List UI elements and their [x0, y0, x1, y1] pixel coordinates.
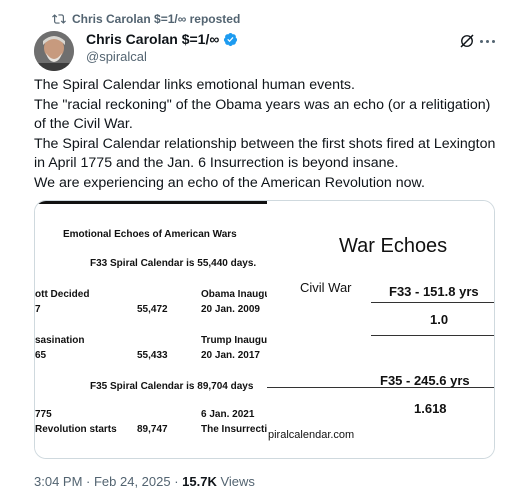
row1-echo-event: Obama Inaugu — [201, 289, 271, 300]
avatar-image — [34, 31, 74, 71]
timestamp[interactable]: 3:04 PM · Feb 24, 2025 · — [34, 474, 182, 489]
ratio-f35: 1.618 — [414, 401, 447, 416]
more-options-icon[interactable] — [480, 35, 496, 47]
tweet-line: The "racial reckoning" of the Obama year… — [34, 96, 491, 133]
divider-line — [371, 302, 494, 303]
f33-heading: F33 Spiral Calendar is 55,440 days. — [90, 258, 257, 269]
row3-echo-date: 6 Jan. 2021 — [201, 409, 255, 420]
author-name-row[interactable]: Chris Carolan $=1/∞ — [86, 31, 238, 47]
grok-icon[interactable] — [458, 32, 476, 50]
repost-icon — [52, 14, 66, 24]
views-label: Views — [216, 474, 255, 489]
repost-indicator[interactable]: Chris Carolan $=1/∞ reposted — [52, 12, 240, 26]
avatar[interactable] — [34, 31, 74, 71]
tweet-meta: 3:04 PM · Feb 24, 2025 · 15.7K Views — [34, 474, 255, 489]
echoes-table-panel: Emotional Echoes of American Wars F33 Sp… — [35, 201, 271, 458]
f35-heading: F35 Spiral Calendar is 89,704 days — [90, 381, 254, 392]
website-url: piralcalendar.com — [268, 429, 355, 441]
tweet-line: The Spiral Calendar links emotional huma… — [34, 77, 355, 93]
author-name[interactable]: Chris Carolan $=1/∞ — [86, 31, 219, 47]
tweet-media-image[interactable]: Emotional Echoes of American Wars F33 Sp… — [34, 200, 495, 459]
author-handle[interactable]: @spiralcal — [86, 49, 147, 64]
row3-echo-event: The Insurrecti — [201, 424, 268, 435]
row1-days: 55,472 — [137, 304, 168, 315]
war-echoes-title: War Echoes — [339, 235, 448, 257]
war-echoes-panel: War Echoes Civil War F33 - 151.8 yrs 1.0… — [267, 201, 494, 458]
row3-date: 775 — [35, 409, 52, 420]
divider-line — [371, 335, 494, 336]
row2-echo-date: 20 Jan. 2017 — [201, 350, 260, 361]
verified-badge-icon — [224, 32, 238, 46]
tweet-text: The Spiral Calendar links emotional huma… — [34, 76, 504, 193]
f35-years: F35 - 245.6 yrs — [380, 373, 470, 388]
row2-days: 55,433 — [137, 350, 168, 361]
row1-event: ott Decided — [35, 289, 90, 300]
row2-date: 65 — [35, 350, 47, 361]
row2-echo-event: Trump Inaugu — [201, 335, 268, 346]
row2-event: sasination — [35, 335, 85, 346]
row1-date: 7 — [35, 304, 41, 315]
view-count: 15.7K — [182, 474, 217, 489]
row3-days: 89,747 — [137, 424, 168, 435]
tweet-line: We are experiencing an echo of the Ameri… — [34, 174, 425, 191]
civil-war-label: Civil War — [300, 280, 352, 295]
row3-event: Revolution starts — [35, 424, 117, 435]
repost-text: Chris Carolan $=1/∞ reposted — [72, 12, 241, 26]
tweet-line: The Spiral Calendar relationship between… — [34, 135, 496, 172]
ratio-f33: 1.0 — [430, 312, 449, 327]
table-title: Emotional Echoes of American Wars — [63, 229, 237, 240]
f33-years: F33 - 151.8 yrs — [389, 284, 479, 299]
row1-echo-date: 20 Jan. 2009 — [201, 304, 260, 315]
